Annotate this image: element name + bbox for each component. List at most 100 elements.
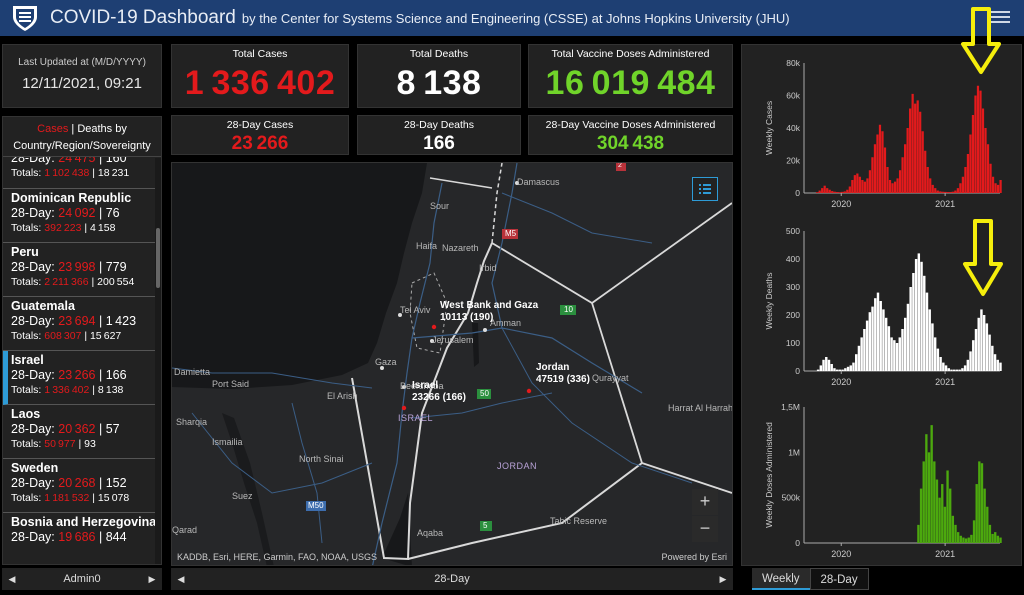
west-bank-value: 10113 (190) bbox=[440, 312, 494, 323]
chart-bar bbox=[954, 190, 957, 193]
country-28day-deaths: 76 bbox=[105, 206, 120, 220]
cases-28day-value: 23 266 bbox=[231, 133, 289, 154]
map-marker-jordan[interactable]: Jordan 47519 (336) bbox=[536, 362, 590, 386]
list-item[interactable]: Peru 28-Day: 23 998 | 779 Totals: 2 211 36… bbox=[3, 243, 161, 297]
chart-bar bbox=[912, 273, 915, 371]
country-total-cases: 50 977 bbox=[44, 438, 76, 450]
chart-bar bbox=[982, 315, 986, 371]
map-label-qurayyat: Qurayyat bbox=[592, 373, 629, 383]
country-totals: Totals: 2 211 366 | 200 554 bbox=[11, 276, 135, 288]
chart-bar bbox=[944, 191, 947, 193]
map-marker-israel[interactable]: Israel 23266 (166) bbox=[412, 380, 466, 404]
chart-bar bbox=[909, 287, 912, 371]
chart-bar bbox=[871, 306, 874, 371]
list-item[interactable]: Laos 28-Day: 20 362 | 57 Totals: 50 977 | … bbox=[3, 405, 161, 459]
list-tab-deaths[interactable]: Deaths by bbox=[77, 123, 127, 135]
yellow-arrow-annotation-top bbox=[961, 7, 1001, 74]
chart-bar bbox=[865, 320, 869, 371]
country-total-deaths: 18 231 bbox=[97, 167, 130, 179]
chart-bar bbox=[838, 369, 842, 371]
chart-bar bbox=[835, 369, 839, 371]
chart-bar bbox=[983, 488, 986, 543]
map-canvas[interactable] bbox=[172, 163, 733, 566]
list-item[interactable]: Israel 28-Day: 23 266 | 166 Totals: 1 336 … bbox=[3, 351, 161, 405]
tab-28-day-chart[interactable]: 28-Day bbox=[809, 568, 869, 590]
list-tab-cases[interactable]: Cases bbox=[37, 123, 68, 135]
list-header-separator: | bbox=[68, 123, 78, 135]
map-attribution: KADDB, Esri, HERE, Garmin, FAO, NOAA, US… bbox=[177, 552, 378, 562]
country-28day-deaths: 160 bbox=[105, 157, 127, 165]
chart-bar bbox=[956, 532, 960, 543]
map-panel[interactable]: Damascus Sour Haifa Nazareth Irbid Tel A… bbox=[171, 162, 733, 566]
country-list[interactable]: 28-Day: 24 475 | 160 Totals: 1 102 438 | … bbox=[3, 157, 161, 564]
left-tab-prev-arrow[interactable]: ◀ bbox=[2, 574, 22, 585]
country-name: Sweden bbox=[11, 461, 59, 475]
country-totals: Totals: 1 181 532 | 15 078 bbox=[11, 492, 130, 504]
list-item[interactable]: Sweden 28-Day: 20 268 | 152 Totals: 1 181 … bbox=[3, 459, 161, 513]
country-28day-cases: 24 475 bbox=[58, 157, 96, 165]
map-label-irbid: Irbid bbox=[479, 263, 497, 273]
chart-bar bbox=[863, 181, 867, 193]
chart-bar bbox=[959, 535, 962, 543]
x-tick-label: 2020 bbox=[831, 549, 851, 559]
zoom-in-button[interactable]: + bbox=[692, 489, 718, 515]
list-item[interactable]: Bosnia and Herzegovina 28-Day: 19 686 | 8… bbox=[3, 513, 161, 564]
list-item[interactable]: 28-Day: 24 475 | 160 Totals: 1 102 438 | … bbox=[3, 157, 161, 189]
country-totals: Totals: 392 223 | 4 158 bbox=[11, 222, 116, 234]
route-5-label: 5 bbox=[483, 521, 488, 530]
y-tick-label: 500 bbox=[786, 226, 800, 236]
chart-bar bbox=[991, 345, 994, 371]
powered-by-esri[interactable]: Powered by Esri bbox=[661, 552, 727, 562]
country-totals: Totals: 1 336 402 | 8 138 bbox=[11, 384, 124, 396]
total-deaths-panel: Total Deaths 8 138 bbox=[357, 44, 521, 108]
chart-bar bbox=[821, 188, 824, 193]
chart-bar bbox=[996, 359, 999, 371]
map-label-gaza: Gaza bbox=[375, 357, 397, 367]
chart-bar bbox=[893, 340, 896, 371]
zoom-out-button[interactable]: − bbox=[692, 516, 718, 542]
left-tab-next-arrow[interactable]: ▶ bbox=[142, 574, 162, 585]
tab-28-day-map[interactable]: 28-Day bbox=[191, 573, 713, 585]
chart-bar bbox=[886, 167, 889, 193]
list-scroll-thumb[interactable] bbox=[156, 228, 160, 288]
country-28day-cases: 19 686 bbox=[58, 530, 96, 544]
chart-bar bbox=[919, 488, 923, 543]
map-label-nazareth: Nazareth bbox=[442, 243, 479, 253]
list-scrollbar[interactable] bbox=[155, 158, 161, 564]
map-marker-west-bank[interactable]: West Bank and Gaza 10113 (190) bbox=[440, 300, 538, 324]
chart-bar bbox=[890, 337, 893, 371]
chart-bar bbox=[962, 537, 965, 543]
y-tick-label: 1M bbox=[788, 447, 800, 457]
chart-bar bbox=[923, 275, 926, 371]
legend-list-icon[interactable] bbox=[692, 177, 718, 201]
country-28day: 28-Day: 23 998 | 779 bbox=[11, 260, 127, 274]
chart-bar bbox=[911, 93, 914, 193]
deaths-28day-label: 28-Day Deaths bbox=[403, 119, 475, 131]
tab-weekly[interactable]: Weekly bbox=[752, 568, 810, 590]
chart-bar bbox=[919, 111, 922, 193]
list-item[interactable]: Guatemala 28-Day: 23 694 | 1 423 Totals: 6… bbox=[3, 297, 161, 351]
chart-bar bbox=[924, 150, 927, 193]
last-updated-panel: Last Updated at (M/D/YYYY) 12/11/2021, 0… bbox=[2, 44, 162, 108]
chart-bar bbox=[841, 191, 844, 193]
chart-bar bbox=[874, 298, 877, 371]
last-updated-label: Last Updated at (M/D/YYYY) bbox=[18, 57, 146, 68]
chart-bar bbox=[950, 369, 953, 371]
route-m5-label: M5 bbox=[505, 229, 517, 238]
chart-bar bbox=[925, 434, 928, 543]
country-28day: 28-Day: 23 266 | 166 bbox=[11, 368, 127, 382]
tab-admin0[interactable]: Admin0 bbox=[22, 573, 142, 585]
map-tab-next-arrow[interactable]: ▶ bbox=[713, 574, 733, 585]
total-deaths-value: 8 138 bbox=[396, 64, 482, 102]
chart-bar bbox=[944, 365, 948, 371]
map-tab-prev-arrow[interactable]: ◀ bbox=[171, 574, 191, 585]
map-label-port-said: Port Said bbox=[212, 379, 250, 389]
x-tick-label: 2021 bbox=[935, 377, 955, 387]
yellow-arrow-annotation-middle bbox=[963, 219, 1003, 296]
map-label-damietta: Damietta bbox=[174, 367, 211, 377]
map-label-israel-region: ISRAEL bbox=[398, 413, 434, 423]
chart-bar bbox=[966, 154, 970, 193]
list-item[interactable]: Dominican Republic 28-Day: 24 092 | 76 Tot… bbox=[3, 189, 161, 243]
y-axis-label: Weekly Cases bbox=[764, 101, 774, 155]
chart-bar bbox=[901, 157, 904, 193]
